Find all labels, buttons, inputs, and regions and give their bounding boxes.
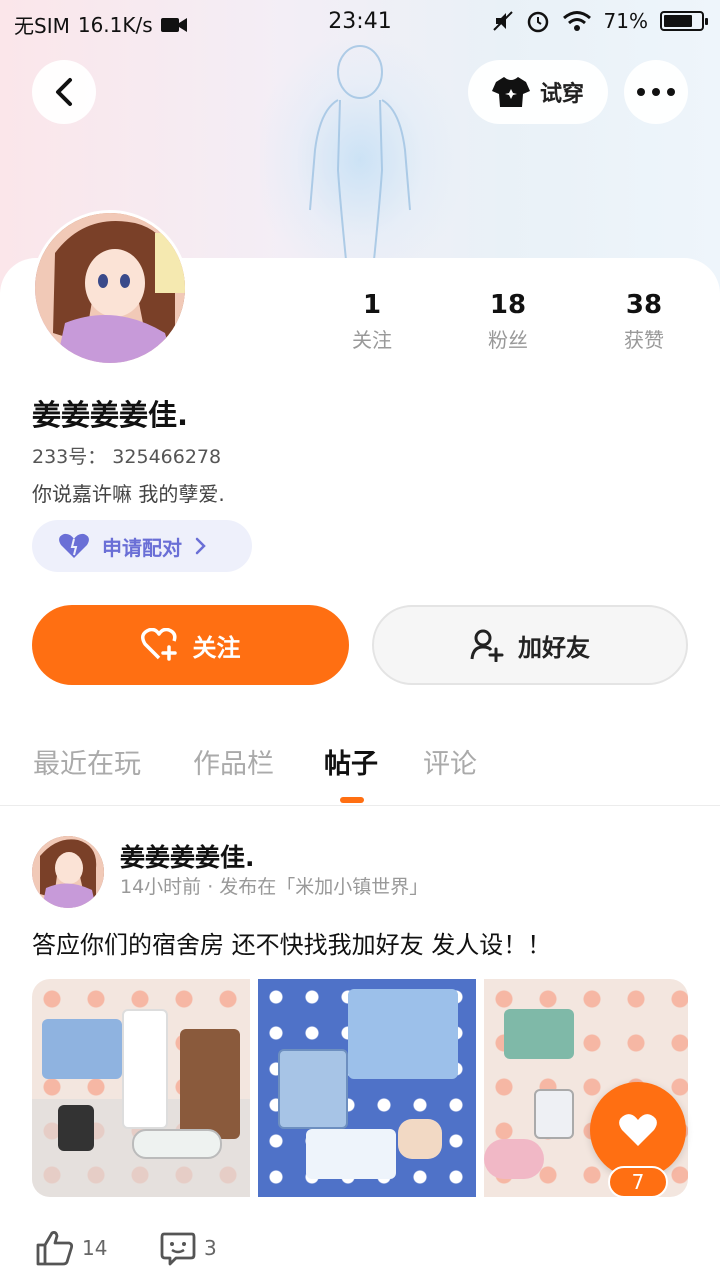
profile-avatar[interactable] <box>32 210 188 366</box>
tab-bar: 最近在玩 作品栏 帖子 评论 <box>0 736 720 806</box>
tab-comments[interactable]: 评论 <box>423 742 477 781</box>
back-button[interactable] <box>32 60 96 124</box>
post-meta: 14小时前 · 发布在「米加小镇世界」 <box>120 876 429 898</box>
post-author-avatar[interactable] <box>32 836 104 908</box>
battery-icon <box>660 11 708 31</box>
add-user-icon <box>470 629 504 662</box>
shirt-icon <box>491 77 530 107</box>
like-count: 14 <box>82 1236 108 1260</box>
like-fab-count: 7 <box>608 1166 668 1198</box>
stat-following-label: 关注 <box>352 328 392 352</box>
stats-row: 1 关注 18 粉丝 38 获赞 <box>300 290 720 360</box>
more-button[interactable] <box>624 60 688 124</box>
more-icon <box>637 88 675 96</box>
active-tab-indicator <box>340 797 364 803</box>
stat-likes[interactable]: 38 获赞 <box>594 290 694 353</box>
stat-following[interactable]: 1 关注 <box>322 290 422 353</box>
add-friend-button[interactable]: 加好友 <box>372 605 688 685</box>
tab-recent[interactable]: 最近在玩 <box>33 742 141 781</box>
post-author-name[interactable]: 姜姜姜姜佳. <box>120 838 255 874</box>
thumbs-up-icon <box>36 1231 74 1266</box>
stat-likes-label: 获赞 <box>624 328 664 352</box>
comment-icon <box>160 1232 196 1266</box>
comment-button[interactable]: 3 <box>160 1230 217 1266</box>
profile-bio: 你说嘉许嘛 我的孽爱. <box>32 482 225 506</box>
follow-button[interactable]: 关注 <box>32 605 349 685</box>
profile-name: 姜姜姜姜佳. <box>32 398 189 432</box>
avatar-figure-silhouette <box>260 40 460 281</box>
wifi-icon <box>562 11 591 31</box>
comment-count: 3 <box>204 1236 217 1260</box>
heart-plus-icon <box>140 628 177 661</box>
heart-icon <box>619 1114 657 1146</box>
follow-label: 关注 <box>192 633 241 662</box>
status-bar: 无SIM 16.1K/s 23:41 71% <box>0 0 720 46</box>
stat-followers-label: 粉丝 <box>488 328 528 352</box>
post-photo-1[interactable] <box>32 979 250 1197</box>
pair-request-label: 申请配对 <box>102 535 182 560</box>
chevron-right-icon <box>195 537 206 555</box>
stat-followers-number: 18 <box>489 290 527 320</box>
stat-following-number: 1 <box>362 290 382 320</box>
post-text: 答应你们的宿舍房 还不快找我加好友 发人设！！ <box>32 931 552 959</box>
add-friend-label: 加好友 <box>518 633 590 662</box>
tab-posts[interactable]: 帖子 <box>324 742 378 781</box>
try-on-button[interactable]: 试穿 <box>468 60 608 124</box>
post-photo-2[interactable] <box>258 979 476 1197</box>
alarm-icon <box>527 11 548 33</box>
profile-id: 233号： 325466278 <box>32 446 222 468</box>
post-photos <box>32 979 688 1197</box>
battery-percent: 71% <box>603 9 648 33</box>
back-icon <box>56 78 72 106</box>
pair-request-button[interactable]: 申请配对 <box>32 520 252 572</box>
like-button[interactable]: 14 <box>36 1230 107 1266</box>
stat-followers[interactable]: 18 粉丝 <box>458 290 558 353</box>
try-on-label: 试穿 <box>539 82 584 107</box>
mute-icon <box>492 11 513 31</box>
tab-works[interactable]: 作品栏 <box>193 742 274 781</box>
heart-pair-icon <box>59 533 89 558</box>
stat-likes-number: 38 <box>625 290 663 320</box>
like-fab-button[interactable] <box>590 1082 686 1178</box>
